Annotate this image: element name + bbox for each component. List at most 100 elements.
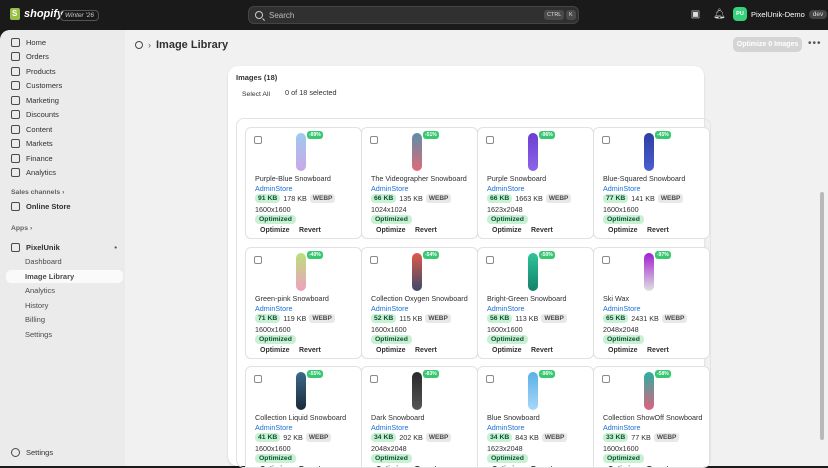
person-icon [11,81,20,90]
sidebar-item-label: Customers [26,81,63,90]
revert-button[interactable]: Revert [299,347,321,354]
store-link[interactable]: AdminStore [487,304,525,313]
revert-button[interactable]: Revert [647,227,669,234]
revert-button[interactable]: Revert [531,347,553,354]
optimize-button[interactable]: Optimize [492,227,522,234]
optimize-button[interactable]: Optimize [376,347,406,354]
globe-icon [11,139,20,148]
snowboard-image [644,133,654,171]
sidebar-item-history[interactable]: History [6,299,123,312]
store-switcher[interactable]: PU PixelUnik-Demo dev [733,7,828,21]
bell-icon[interactable]: 🔔︎ [713,9,726,20]
select-all-button[interactable]: Select All [238,89,274,100]
format-badge: WEBP [653,433,680,442]
store-link[interactable]: AdminStore [255,304,293,313]
sidebar-item-products[interactable]: Products [6,65,123,78]
new-size: 66 KB [487,194,513,203]
store-link[interactable]: AdminStore [603,423,641,432]
more-actions-icon[interactable]: ••• [808,38,822,49]
revert-button[interactable]: Revert [299,227,321,234]
image-dimensions: 1600x1600 [603,205,639,214]
sidebar-item-label: Settings [26,448,54,457]
select-checkbox[interactable] [254,256,262,264]
image-dimensions: 1600x1600 [487,325,523,334]
store-link[interactable]: AdminStore [487,423,525,432]
revert-button[interactable]: Revert [647,347,669,354]
sidebar-item-finance[interactable]: Finance [6,152,123,165]
select-checkbox[interactable] [370,256,378,264]
sidebar-item-customers[interactable]: Customers [6,79,123,92]
sidebar-item-markets[interactable]: Markets [6,137,123,150]
optimize-button[interactable]: Optimize [608,227,638,234]
store-link[interactable]: AdminStore [255,184,293,193]
old-size: 113 KB [515,314,539,323]
shopify-logo[interactable]: shopify [10,8,63,20]
store-link[interactable]: AdminStore [371,184,409,193]
optimize-button[interactable]: Optimize [376,227,406,234]
format-badge: WEBP [541,433,568,442]
sidebar-item-billing[interactable]: Billing [6,313,123,326]
inbox-icon[interactable]: ▣ [690,9,701,20]
sidebar-item-orders[interactable]: Orders [6,50,123,63]
edition-badge[interactable]: Winter '26 [60,10,99,21]
select-checkbox[interactable] [486,375,494,383]
revert-button[interactable]: Revert [415,227,437,234]
optimize-button[interactable]: Optimize [260,347,290,354]
revert-button[interactable]: Revert [415,347,437,354]
snowboard-image [528,372,538,410]
snowboard-image [412,253,422,291]
app-icon [11,243,20,252]
sidebar-item-discounts[interactable]: Discounts [6,108,123,121]
sidebar-item-home[interactable]: Home [6,36,123,49]
select-checkbox[interactable] [370,375,378,383]
selection-info: 0 of 18 selected [285,88,337,97]
select-checkbox[interactable] [602,375,610,383]
image-card: -54% Collection Oxygen Snowboard AdminStor… [361,247,478,359]
select-checkbox[interactable] [254,136,262,144]
sidebar-item-analytics-app[interactable]: Analytics [6,284,123,297]
sidebar-item-online-store[interactable]: Online Store [6,200,123,213]
sidebar-item-dashboard[interactable]: Dashboard [6,255,123,268]
sidebar-item-pixelunik[interactable]: PixelUnik • [6,241,123,254]
select-checkbox[interactable] [602,136,610,144]
select-checkbox[interactable] [486,136,494,144]
optimize-button[interactable]: Optimize [492,347,522,354]
optimize-images-button[interactable]: Optimize 0 Images [733,37,802,52]
snowboard-image [528,133,538,171]
sidebar-item-label: Home [26,38,47,47]
optimize-button[interactable]: Optimize [608,347,638,354]
store-icon [11,202,20,211]
status-badge: Optimized [487,454,528,463]
sales-channels-heading[interactable]: Sales channels › [6,186,123,199]
target-icon [11,96,20,105]
image-title: Purple Snowboard [487,174,547,183]
store-link[interactable]: AdminStore [603,184,641,193]
sidebar-item-settings-app[interactable]: Settings [6,328,123,341]
store-link[interactable]: AdminStore [487,184,525,193]
store-link[interactable]: AdminStore [603,304,641,313]
revert-button[interactable]: Revert [531,227,553,234]
select-checkbox[interactable] [602,256,610,264]
store-link[interactable]: AdminStore [371,423,409,432]
sidebar-item-image-library[interactable]: Image Library [6,270,123,283]
apps-heading[interactable]: Apps › [6,222,123,235]
select-checkbox[interactable] [254,375,262,383]
store-link[interactable]: AdminStore [371,304,409,313]
search-input[interactable]: Search CTRL K [248,6,579,24]
store-link[interactable]: AdminStore [255,423,293,432]
sidebar-item-settings[interactable]: Settings [6,446,123,459]
sidebar-item-content[interactable]: Content [6,123,123,136]
optimize-button[interactable]: Optimize [260,227,290,234]
select-checkbox[interactable] [370,136,378,144]
app-icon[interactable] [135,41,143,49]
new-size: 65 KB [603,314,629,323]
snowboard-image [412,372,422,410]
image-title: Blue-Squared Snowboard [603,174,686,183]
select-checkbox[interactable] [486,256,494,264]
pin-icon[interactable]: • [114,243,117,252]
new-size: 56 KB [487,314,513,323]
new-size: 77 KB [603,194,629,203]
sidebar-item-marketing[interactable]: Marketing [6,94,123,107]
scrollbar[interactable] [820,192,824,440]
sidebar-item-analytics[interactable]: Analytics [6,166,123,179]
